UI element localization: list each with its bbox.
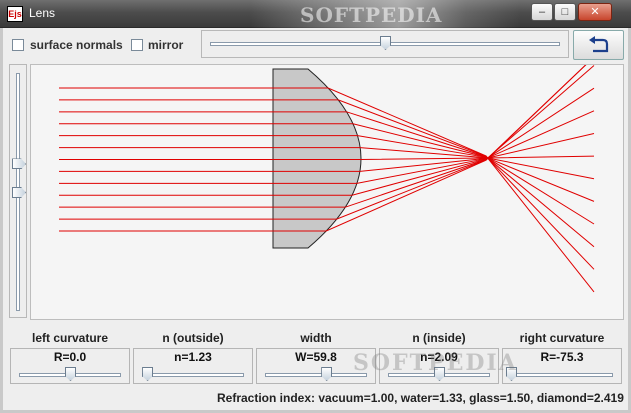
n-outside-box: n=1.23	[133, 348, 253, 384]
close-button[interactable]: ✕	[578, 3, 612, 21]
right-curvature-box: R=-75.3	[502, 348, 622, 384]
left-curvature-slider-thumb[interactable]	[65, 367, 76, 381]
maximize-button[interactable]: □	[554, 3, 576, 21]
reset-button[interactable]	[573, 30, 624, 60]
main-content: surface normals mirror left curvature R=…	[3, 28, 628, 410]
main-slider[interactable]	[201, 30, 569, 58]
app-icon: Ejs	[7, 6, 23, 22]
lens-drawing-panel[interactable]	[30, 56, 624, 320]
n-outside-value: n=1.23	[174, 350, 212, 364]
vertical-slider-thumb-lower[interactable]	[12, 158, 26, 170]
reset-arrow-icon	[589, 36, 609, 53]
vertical-slider[interactable]	[9, 64, 27, 318]
vertical-slider-thumb-upper[interactable]	[12, 187, 26, 198]
width-label: width	[300, 331, 332, 345]
minimize-button[interactable]: –	[531, 3, 553, 21]
title-watermark: SOFTPEDIA	[300, 3, 443, 27]
title-bar[interactable]: SOFTPEDIA Ejs Lens – □ ✕	[0, 0, 631, 28]
right-curvature-label: right curvature	[519, 331, 605, 345]
top-toolbar: surface normals mirror	[3, 28, 628, 62]
right-curvature-slider[interactable]	[511, 373, 613, 377]
watermark: SOFTPEDIA	[353, 350, 518, 376]
left-curvature-label: left curvature	[31, 331, 109, 345]
width-slider-thumb[interactable]	[321, 367, 333, 381]
n-outside-label: n (outside)	[162, 331, 224, 345]
surface-normals-checkbox[interactable]	[12, 39, 24, 51]
lens-simulation	[59, 56, 595, 293]
left-curvature-value: R=0.0	[53, 350, 87, 364]
surface-normals-label: surface normals	[30, 38, 123, 52]
mirror-label: mirror	[148, 38, 184, 52]
refraction-index-status: Refraction index: vacuum=1.00, water=1.3…	[217, 391, 624, 405]
left-curvature-box: R=0.0	[10, 348, 130, 384]
width-slider[interactable]	[265, 373, 367, 377]
n-outside-slider[interactable]	[142, 373, 244, 377]
mirror-checkbox[interactable]	[131, 39, 143, 51]
main-slider-thumb[interactable]	[380, 36, 391, 50]
n-inside-label: n (inside)	[412, 331, 466, 345]
window-title: Lens	[29, 6, 56, 20]
right-curvature-value: R=-75.3	[540, 350, 584, 364]
n-outside-slider-thumb[interactable]	[142, 367, 154, 381]
